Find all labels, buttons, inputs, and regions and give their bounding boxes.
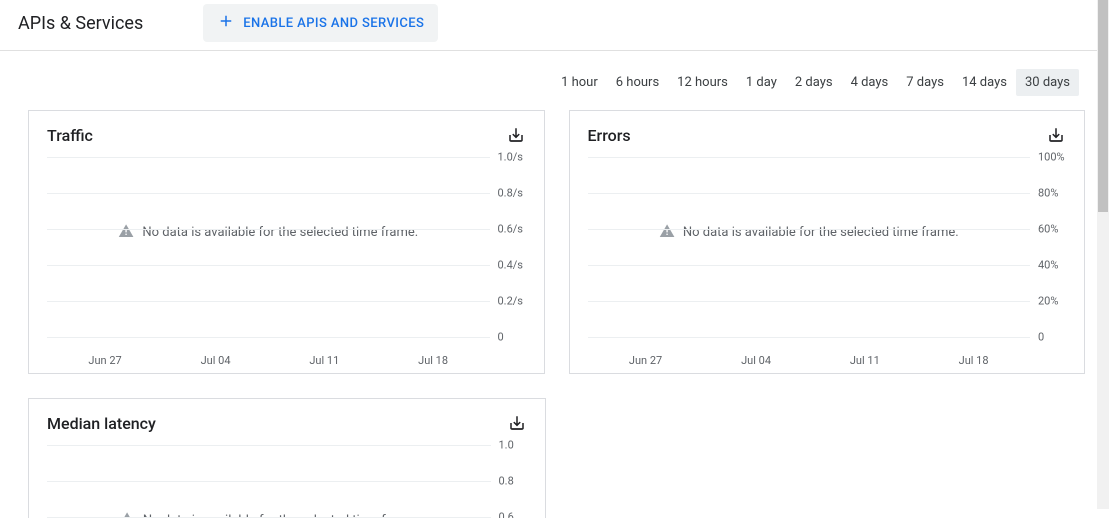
gridline: [47, 337, 490, 338]
scrollbar-track[interactable]: [1097, 0, 1109, 509]
y-tick-label: 0: [492, 331, 530, 344]
time-range-option[interactable]: 4 days: [842, 69, 898, 96]
x-tick-label: Jul 18: [418, 354, 448, 367]
time-range-option[interactable]: 30 days: [1016, 69, 1079, 96]
gridline: [47, 265, 490, 266]
plus-icon: [217, 12, 235, 34]
x-axis: Jun 27 Jul 04 Jul 11 Jul 18: [29, 354, 508, 367]
scrollbar-thumb[interactable]: [1098, 0, 1108, 212]
x-tick-label: Jul 11: [850, 354, 880, 367]
time-range-option[interactable]: 1 day: [737, 69, 786, 96]
y-tick-label: 0.6: [493, 511, 531, 518]
charts-row-1: Traffic No data is available for the sel…: [28, 110, 1085, 374]
gridline: [47, 229, 490, 230]
charts-row-2: Median latency No data is available for …: [28, 398, 1085, 518]
x-axis: Jun 27 Jul 04 Jul 11 Jul 18: [570, 354, 1049, 367]
x-tick-label: Jun 27: [629, 354, 662, 367]
x-tick-label: Jul 11: [309, 354, 339, 367]
chart-title-traffic: Traffic: [47, 126, 93, 145]
gridline: [588, 229, 1031, 230]
chart-body: No data is available for the selected ti…: [29, 441, 545, 518]
warning-icon: [118, 223, 134, 243]
chart-header: Median latency: [29, 399, 545, 441]
y-tick-label: 100%: [1032, 151, 1070, 164]
time-range-option[interactable]: 7 days: [897, 69, 953, 96]
y-tick-label: 0.8/s: [492, 187, 530, 200]
gridline: [588, 157, 1031, 158]
chart-title-latency: Median latency: [47, 414, 156, 433]
time-range-selector: 1 hour6 hours12 hours1 day2 days4 days7 …: [28, 51, 1085, 110]
no-data-message: No data is available for the selected ti…: [118, 223, 418, 243]
x-tick-label: Jul 04: [741, 354, 771, 367]
no-data-message: No data is available for the selected ti…: [659, 223, 959, 243]
gridline: [588, 337, 1031, 338]
time-range-option[interactable]: 2 days: [786, 69, 842, 96]
gridline: [47, 301, 490, 302]
y-tick-label: 1.0: [493, 439, 531, 452]
x-tick-label: Jul 18: [959, 354, 989, 367]
chart-header: Errors: [570, 111, 1085, 153]
errors-chart-card: Errors No data is available for the sele…: [569, 110, 1086, 374]
enable-apis-label: Enable APIs and Services: [243, 16, 424, 31]
no-data-text: No data is available for the selected ti…: [683, 225, 959, 240]
download-icon[interactable]: [1046, 125, 1066, 145]
chart-title-errors: Errors: [588, 126, 631, 145]
page-header: APIs & Services Enable APIs and Services: [0, 0, 1109, 51]
no-data-text: No data is available for the selected ti…: [142, 225, 418, 240]
x-tick-label: Jun 27: [88, 354, 121, 367]
warning-icon: [659, 223, 675, 243]
y-tick-label: 40%: [1032, 259, 1070, 272]
y-tick-label: 80%: [1032, 187, 1070, 200]
y-tick-label: 20%: [1032, 295, 1070, 308]
y-tick-label: 60%: [1032, 223, 1070, 236]
y-tick-label: 0.2/s: [492, 295, 530, 308]
latency-chart-card: Median latency No data is available for …: [28, 398, 546, 518]
y-tick-label: 1.0/s: [492, 151, 530, 164]
chart-plot-area: No data is available for the selected ti…: [588, 157, 1031, 337]
gridline: [588, 193, 1031, 194]
chart-body: No data is available for the selected ti…: [29, 153, 544, 373]
chart-plot-area: No data is available for the selected ti…: [47, 445, 491, 518]
gridline: [47, 481, 491, 482]
chart-plot-area: No data is available for the selected ti…: [47, 157, 490, 337]
gridline: [588, 265, 1031, 266]
y-tick-label: 0.6/s: [492, 223, 530, 236]
time-range-option[interactable]: 6 hours: [607, 69, 668, 96]
download-icon[interactable]: [506, 125, 526, 145]
enable-apis-button[interactable]: Enable APIs and Services: [203, 4, 438, 42]
x-tick-label: Jul 04: [201, 354, 231, 367]
empty-slot: [570, 398, 1086, 518]
download-icon[interactable]: [507, 413, 527, 433]
time-range-option[interactable]: 12 hours: [668, 69, 737, 96]
content-area: 1 hour6 hours12 hours1 day2 days4 days7 …: [0, 51, 1109, 518]
y-tick-label: 0.4/s: [492, 259, 530, 272]
gridline: [47, 157, 490, 158]
traffic-chart-card: Traffic No data is available for the sel…: [28, 110, 545, 374]
page-title: APIs & Services: [18, 13, 143, 34]
chart-header: Traffic: [29, 111, 544, 153]
chart-body: No data is available for the selected ti…: [570, 153, 1085, 373]
gridline: [47, 193, 490, 194]
gridline: [47, 445, 491, 446]
y-tick-label: 0: [1032, 331, 1070, 344]
y-tick-label: 0.8: [493, 475, 531, 488]
gridline: [588, 301, 1031, 302]
time-range-option[interactable]: 14 days: [953, 69, 1016, 96]
time-range-option[interactable]: 1 hour: [552, 69, 607, 96]
